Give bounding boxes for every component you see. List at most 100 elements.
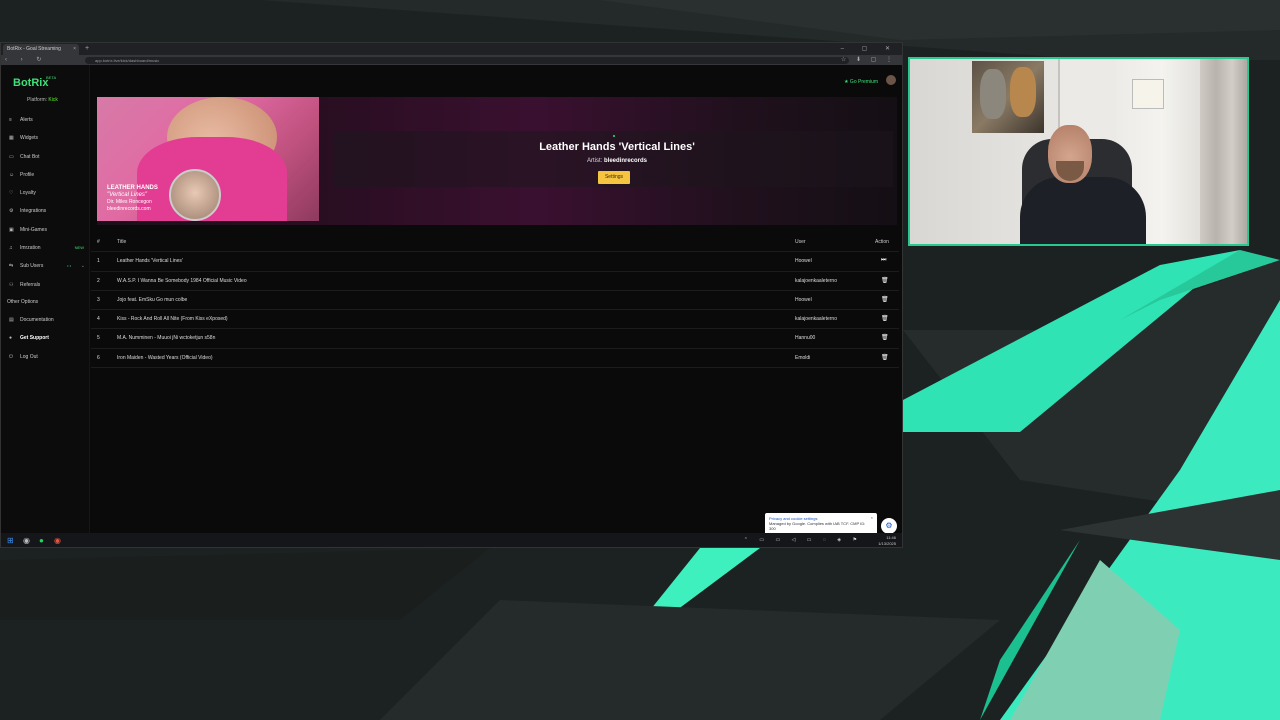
- director-portrait: [169, 169, 221, 221]
- sidebar-item-mini-games[interactable]: ▣ Mini-Games: [1, 221, 89, 239]
- table-row: 4 Kiss - Rock And Roll All Nite (From Ki…: [91, 310, 899, 330]
- avatar[interactable]: [886, 75, 896, 85]
- cookie-settings-button[interactable]: ⚙: [881, 518, 897, 534]
- now-playing-panel: LEATHER HANDS "Vertical Lines" Dir. Mile…: [97, 97, 897, 225]
- sidebar-item-widgets[interactable]: ▦ Widgets: [1, 129, 89, 147]
- table-row: 6 Iron Maiden - Wasted Years (Official V…: [91, 349, 899, 369]
- row-title: Leather Hands 'Vertical Lines': [117, 258, 183, 265]
- tab-bar: BotRix - Goal Streaming × + – ▢ ✕: [1, 43, 902, 55]
- chat-icon: ▭: [9, 153, 14, 160]
- row-user: Hannu00: [795, 335, 816, 342]
- thumbnail-caption: LEATHER HANDS "Vertical Lines" Dir. Mile…: [107, 185, 158, 212]
- chevron-down-icon[interactable]: ⌄: [81, 263, 85, 269]
- sidebar-item-integrations[interactable]: ⚙ Integrations: [1, 202, 89, 220]
- delete-icon[interactable]: 🗑: [881, 277, 889, 284]
- sidebar-nav: ≡ Alerts ▦ Widgets ▭ Chat Bot ☺ Profile …: [1, 111, 89, 294]
- row-title: Jojo feat. EmSku Go mun colbe: [117, 296, 188, 303]
- table-row: 1 Leather Hands 'Vertical Lines' Hoowel …: [91, 252, 899, 272]
- extension-icons[interactable]: ☆ ⬇ ▢ ⋮: [841, 55, 896, 65]
- sidebar-item-label: Get Support: [20, 335, 49, 342]
- tab-close-icon[interactable]: ×: [73, 44, 76, 55]
- sidebar-item-profile[interactable]: ☺ Profile: [1, 166, 89, 184]
- clock-date: 1/13/2025: [878, 541, 896, 546]
- row-user: kalajoenkaaleterno: [795, 316, 837, 323]
- webcam-feed: [908, 57, 1249, 246]
- sidebar-item-log-out[interactable]: ⏻ Log Out: [1, 348, 89, 366]
- botrix-app: BotRix BETA Platform: Kick ≡ Alerts ▦ Wi…: [1, 65, 902, 535]
- row-user: Hoowel: [795, 296, 812, 303]
- settings-button[interactable]: Settings: [598, 171, 630, 184]
- music-icon: ♫: [9, 245, 13, 252]
- gear-icon: ⚙: [9, 208, 14, 215]
- browser-icon[interactable]: ◉: [54, 536, 61, 546]
- profile-icon: ☺: [9, 171, 15, 178]
- row-user: kalajoenkaaleterno: [795, 277, 837, 284]
- skip-icon[interactable]: ⏭: [881, 257, 886, 264]
- beta-badge: BETA: [46, 75, 57, 80]
- sidebar-item-label: Chat Bot: [20, 153, 40, 160]
- row-title: Kiss - Rock And Roll All Nite (From Kiss…: [117, 316, 228, 323]
- sidebar-item-documentation[interactable]: ▤ Documentation: [1, 311, 89, 329]
- url-field[interactable]: app.botrix.live/kick/dashboard/music: [85, 57, 849, 64]
- playing-indicator: [613, 135, 615, 137]
- sidebar-item-chat-bot[interactable]: ▭ Chat Bot: [1, 148, 89, 166]
- windows-start-icon[interactable]: ⊞: [7, 536, 14, 546]
- botrix-logo[interactable]: BotRix: [13, 77, 48, 89]
- support-icon: ●: [9, 335, 13, 342]
- status-dots: • •: [67, 263, 71, 269]
- row-title: M.A. Numminen - Muuoi jNi wctoketjun s58…: [117, 335, 216, 342]
- sidebar-item-loyalty[interactable]: ♡ Loyalty: [1, 184, 89, 202]
- cookie-toast[interactable]: Privacy and cookie settings Managed by G…: [765, 513, 877, 535]
- row-user: Hoowel: [795, 258, 812, 265]
- taskbar: ⊞ ◉ ● ◉ ⌃ ▭ ▭ ◁ ▭ ◌ ◈ ⚑ 11:46 1/13/2025: [1, 533, 902, 547]
- other-options-nav: ▤ Documentation ● Get Support ⏻ Log Out: [1, 311, 89, 366]
- sidebar-item-label: Loyalty: [20, 190, 36, 197]
- sidebar-item-sub-users[interactable]: ⇆ Sub Users • • ⌄: [1, 257, 89, 275]
- sidebar-item-label: Profile: [20, 171, 35, 178]
- sidebar-item-get-support[interactable]: ● Get Support: [1, 329, 89, 347]
- close-icon[interactable]: ×: [871, 515, 873, 520]
- browser-tab[interactable]: BotRix - Goal Streaming ×: [3, 44, 79, 55]
- cookie-toast-body: Managed by Google. Complies with IAB TCF…: [769, 521, 866, 531]
- artist-label: Artist:: [586, 158, 603, 164]
- sidebar-item-label: Documentation: [20, 317, 54, 323]
- new-tab-button[interactable]: +: [85, 43, 89, 55]
- row-num: 1: [97, 258, 100, 265]
- delete-icon[interactable]: 🗑: [881, 354, 889, 361]
- widgets-icon: ▦: [9, 135, 14, 142]
- delete-icon[interactable]: 🗑: [881, 315, 889, 322]
- sidebar-item-label: Mini-Games: [20, 226, 47, 233]
- delete-icon[interactable]: 🗑: [881, 334, 889, 341]
- now-playing-artist: Artist: bleedinrecords: [217, 158, 897, 164]
- table-row: 2 W.A.S.P. I Wanna Be Somebody 1984 Offi…: [91, 272, 899, 291]
- row-num: 3: [97, 296, 100, 303]
- browser-window: BotRix - Goal Streaming × + – ▢ ✕ ‹ › ↻ …: [0, 42, 903, 548]
- window-controls[interactable]: – ▢ ✕: [841, 43, 898, 55]
- system-tray[interactable]: ⌃ ▭ ▭ ◁ ▭ ◌ ◈ ⚑: [744, 537, 862, 543]
- platform-indicator: Platform: Kick: [27, 97, 58, 103]
- address-bar: ‹ › ↻ app.botrix.live/kick/dashboard/mus…: [1, 55, 902, 65]
- nav-buttons[interactable]: ‹ › ↻: [5, 55, 47, 65]
- clock[interactable]: 11:46 1/13/2025: [878, 535, 896, 547]
- row-num: 2: [97, 277, 100, 284]
- picture-frame: [1132, 79, 1164, 109]
- new-badge: NEW: [74, 245, 84, 251]
- referrals-icon: ⚇: [9, 281, 14, 288]
- sidebar-item-alerts[interactable]: ≡ Alerts: [1, 111, 89, 129]
- obs-icon[interactable]: ◉: [23, 536, 30, 546]
- sidebar-item-label: Alerts: [20, 117, 33, 123]
- tab-title: BotRix - Goal Streaming: [7, 46, 61, 52]
- alerts-icon: ≡: [9, 117, 12, 123]
- artist-name: bleedinrecords: [604, 158, 648, 164]
- users-icon: ⇆: [9, 263, 14, 270]
- row-num: 6: [97, 354, 100, 361]
- delete-icon[interactable]: 🗑: [881, 296, 889, 303]
- platform-value: Kick: [48, 97, 58, 103]
- table-row: 5 M.A. Numminen - Muuoi jNi wctoketjun s…: [91, 329, 899, 349]
- spotify-icon[interactable]: ●: [39, 536, 44, 546]
- go-premium-link[interactable]: ★ Go Premium: [844, 79, 878, 85]
- sidebar-item-referrals[interactable]: ⚇ Referrals: [1, 276, 89, 294]
- sidebar-item-music[interactable]: ♫ Imrzation NEW: [1, 239, 89, 257]
- col-num: #: [97, 239, 100, 245]
- row-num: 4: [97, 316, 100, 323]
